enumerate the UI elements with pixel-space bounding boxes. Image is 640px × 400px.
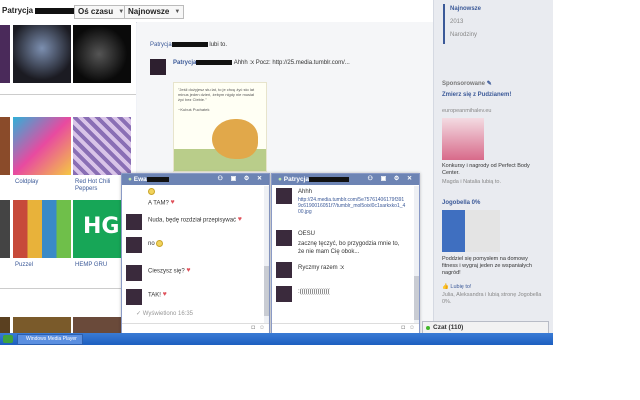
online-dot-icon: ● [278, 176, 282, 183]
avatar[interactable] [150, 59, 166, 75]
chat-message [148, 188, 155, 196]
chat-message: OESU [298, 231, 316, 237]
avatar[interactable] [276, 286, 292, 302]
chat-message: TAK! ♥ [148, 291, 167, 299]
redaction [146, 176, 169, 182]
smile-emoticon-icon [156, 240, 164, 247]
like-activity: Patrycja lubi to. [150, 42, 228, 49]
likes-column: Coldplay Red Hot Chili Peppers HG Puzzel… [0, 22, 136, 345]
heart-emoticon-icon: ♥ [237, 216, 242, 223]
heart-emoticon-icon: ♥ [186, 267, 191, 274]
right-sidebar: Najnowsze 2013 Narodziny Sponsorowane ✎ … [433, 0, 553, 345]
online-dot-icon [426, 326, 430, 330]
emoticon-icon[interactable]: ☺ [259, 325, 265, 331]
avatar[interactable] [126, 265, 142, 281]
ad-social: Magda i Natalia lubią to. [442, 179, 502, 185]
chat-message: zacznę tęczyć, bo przygodzia mnie to, że… [298, 241, 400, 255]
sort-dropdown[interactable]: Najnowsze ▼ [124, 5, 185, 19]
scroll-thumb[interactable] [264, 266, 269, 316]
photo-tile[interactable] [73, 25, 131, 83]
chat-toolbar-icons[interactable]: ⚇ ▣ ⚙ ✕ [368, 174, 415, 185]
timeline-topbar: Patrycja Oś czasu ▼ Najnowsze ▼ [0, 0, 435, 23]
sponsored-heading: Sponsorowane ✎ [442, 81, 492, 87]
like-button[interactable]: 👍 Lubię to! [442, 284, 542, 291]
online-dot-icon: ● [128, 176, 132, 183]
redaction [196, 60, 233, 65]
chat-header[interactable]: ● Patrycja ⚇ ▣ ⚙ ✕ [272, 174, 419, 185]
chat-window-ewa: ● Ewa ⚇ ▣ ⚙ ✕ A TAM? ♥ Nuda, będę rozdzi… [121, 173, 270, 335]
chat-scrollbar[interactable] [264, 186, 269, 324]
heart-emoticon-icon: ♥ [170, 199, 175, 206]
photo-tile[interactable] [0, 25, 10, 83]
seen-status: ✓ Wyświetlono 16:35 [136, 311, 194, 317]
hemp-logo-icon: HG [83, 214, 120, 239]
tile-label[interactable]: HEMP GRU [75, 262, 107, 269]
quote-text: "Jeśli dożyjesz stu lat, to je chcę żyć … [178, 87, 255, 112]
camera-icon[interactable]: ◘ [251, 325, 255, 331]
camera-icon[interactable]: ◘ [401, 325, 405, 331]
chat-toolbar-icons[interactable]: ⚇ ▣ ⚙ ✕ [218, 174, 265, 185]
chevron-down-icon: ▼ [174, 9, 181, 15]
timeline-nav-2013[interactable]: 2013 [450, 19, 463, 25]
chat-link[interactable]: http://24.media.tumblr.com/5e75761406179… [298, 197, 406, 215]
ad-title[interactable]: Jogobella 0% [442, 200, 480, 206]
chat-message: :((((((((((((((( [298, 289, 330, 295]
chat-message: no [148, 240, 164, 248]
ad-image[interactable] [442, 118, 484, 160]
chat-window-patrycja: ● Patrycja ⚇ ▣ ⚙ ✕ Ahhh http://24.media.… [271, 173, 420, 335]
avatar[interactable] [126, 237, 142, 253]
chat-scrollbar[interactable] [414, 186, 419, 324]
chat-message: Ryczmy razem :x [298, 265, 345, 271]
scroll-thumb[interactable] [414, 276, 419, 320]
smile-emoticon-icon [148, 188, 155, 195]
post-header: Patrycja Ahhh :x Pocz: http://25.media.t… [173, 60, 350, 67]
pooh-bear-icon [212, 119, 258, 159]
heart-emoticon-icon: ♥ [162, 291, 167, 298]
facebook-screen: Patrycja Oś czasu ▼ Najnowsze ▼ Coldplay… [0, 0, 553, 345]
timeline-nav-latest[interactable]: Najnowsze [450, 6, 481, 12]
tile-label[interactable]: Puzzel [15, 262, 33, 269]
avatar[interactable] [276, 230, 292, 246]
ad-description: Konkursy i nagrody od Perfect Body Cente… [442, 163, 530, 176]
ad-url[interactable]: europeanmihalev.eu [442, 108, 542, 115]
photo-tile[interactable] [0, 117, 10, 175]
chat-message: Nuda, będę rozdział przepisywać ♥ [148, 216, 242, 224]
divider [0, 288, 136, 289]
chat-message: Cieszysz się? ♥ [148, 267, 191, 275]
start-button[interactable] [3, 335, 13, 343]
avatar[interactable] [126, 289, 142, 305]
avatar[interactable] [276, 262, 292, 278]
photo-tile[interactable] [13, 25, 71, 83]
coldplay-image[interactable] [13, 117, 71, 175]
ad-title[interactable]: Zmierz się z Pudzianem! [442, 92, 511, 98]
emoticon-icon[interactable]: ☺ [409, 325, 415, 331]
divider [0, 94, 136, 95]
redaction [171, 42, 208, 47]
ad-image[interactable] [442, 210, 500, 252]
chat-message: A TAM? ♥ [148, 199, 175, 207]
chat-message: Ahhh [298, 189, 313, 195]
avatar[interactable] [126, 214, 142, 230]
tile-label[interactable]: Coldplay [15, 179, 38, 186]
timeline-nav-birth[interactable]: Narodziny [450, 32, 477, 38]
taskbar-item[interactable]: Windows Media Player [17, 334, 83, 345]
rhcp-image[interactable] [73, 117, 131, 175]
redaction [309, 176, 350, 182]
photo-tile[interactable] [0, 200, 10, 258]
timeline-dropdown[interactable]: Oś czasu ▼ [74, 5, 129, 19]
windows-taskbar: Windows Media Player [0, 333, 553, 345]
ad-description: Poddziel się pomysłem na domowy fitness … [442, 256, 532, 276]
chat-header[interactable]: ● Ewa ⚇ ▣ ⚙ ✕ [122, 174, 269, 185]
puzzel-image[interactable] [13, 200, 71, 258]
ad-social: Julia, Aleksandra i lubią stronę Jogobel… [442, 292, 542, 305]
avatar[interactable] [276, 188, 292, 204]
timeline-indicator [443, 4, 445, 44]
post-image[interactable]: "Jeśli dożyjesz stu lat, to je chcę żyć … [173, 82, 267, 172]
